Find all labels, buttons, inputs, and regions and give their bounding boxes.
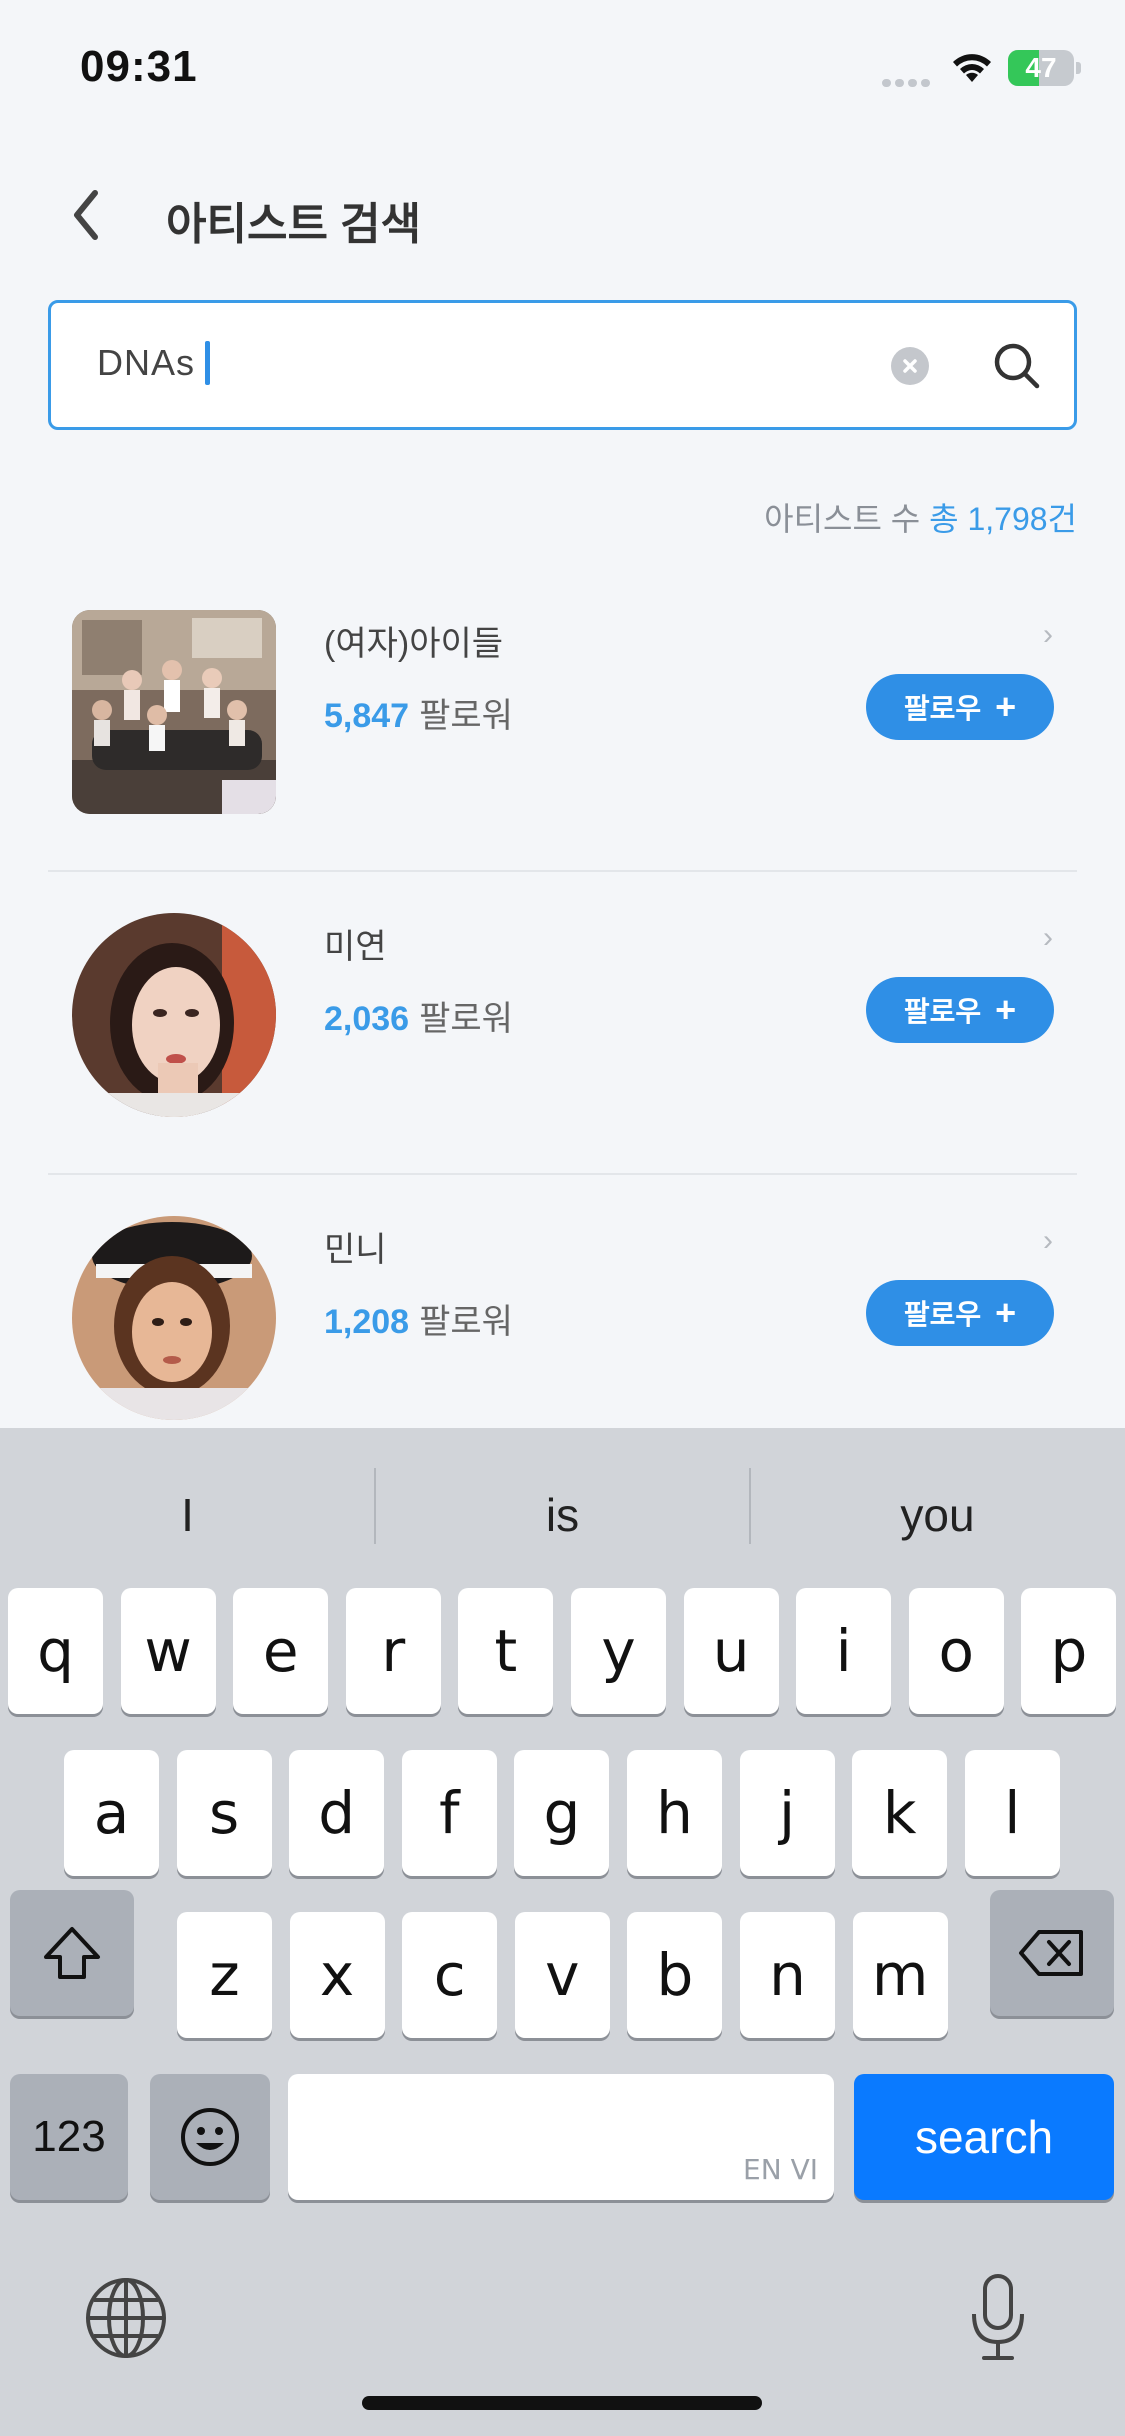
- home-indicator[interactable]: [362, 2396, 762, 2410]
- plus-icon: +: [995, 1292, 1017, 1333]
- chevron-left-icon: [74, 190, 98, 240]
- follow-button[interactable]: 팔로우 +: [866, 674, 1054, 740]
- key-t[interactable]: t: [458, 1588, 554, 1714]
- artist-name: 민니: [324, 1231, 387, 1269]
- suggestion-item[interactable]: I: [0, 1488, 375, 1542]
- follow-button[interactable]: 팔로우 +: [866, 1280, 1054, 1346]
- key-l[interactable]: l: [964, 1750, 1060, 1876]
- suggestion-item[interactable]: you: [750, 1488, 1125, 1542]
- result-count: 아티스트 수 총 1,798건: [764, 501, 1077, 537]
- chevron-right-icon: ›: [1043, 1224, 1053, 1257]
- emoji-key[interactable]: [150, 2074, 270, 2200]
- key-h[interactable]: h: [627, 1750, 722, 1876]
- key-n[interactable]: n: [740, 1912, 835, 2038]
- clear-search-button[interactable]: [891, 347, 929, 385]
- key-i[interactable]: i: [796, 1588, 892, 1714]
- key-j[interactable]: j: [739, 1750, 835, 1876]
- divider: [48, 870, 1077, 872]
- battery-level: 47: [1025, 52, 1057, 83]
- key-s[interactable]: s: [176, 1750, 272, 1876]
- key-b[interactable]: b: [627, 1912, 723, 2038]
- key-w[interactable]: w: [120, 1588, 216, 1714]
- key-z[interactable]: z: [177, 1912, 272, 2038]
- key-k[interactable]: k: [852, 1750, 948, 1876]
- key-m[interactable]: m: [852, 1912, 948, 2038]
- globe-icon[interactable]: [84, 2276, 168, 2360]
- key-c[interactable]: c: [402, 1912, 498, 2038]
- key-y[interactable]: y: [571, 1588, 666, 1714]
- chevron-right-icon: ›: [1043, 618, 1053, 651]
- emoji-icon: [181, 2108, 239, 2166]
- microphone-icon[interactable]: [966, 2272, 1030, 2364]
- artist-thumbnail[interactable]: [72, 610, 276, 814]
- divider: [48, 1173, 1077, 1175]
- search-input[interactable]: DNAs: [48, 300, 1077, 430]
- search-input-value[interactable]: DNAs: [97, 341, 211, 385]
- page-title: 아티스트 검색: [166, 200, 422, 249]
- space-language-label: EN VI: [743, 2153, 818, 2186]
- numbers-key[interactable]: 123: [10, 2074, 128, 2200]
- follower-count: 1,208 팔로워: [324, 1303, 513, 1341]
- key-p[interactable]: p: [1021, 1588, 1117, 1714]
- keyboard: I is you qwertyuiop asdfghjkl zxcvbnm 12…: [0, 1428, 1125, 2436]
- follower-count: 5,847 팔로워: [324, 697, 513, 735]
- plus-icon: +: [995, 686, 1017, 727]
- key-x[interactable]: x: [289, 1912, 385, 2038]
- artist-row[interactable]: 미연 2,036 팔로워 › 팔로우 +: [48, 873, 1077, 1175]
- backspace-key[interactable]: [990, 1890, 1114, 2016]
- key-v[interactable]: v: [514, 1912, 610, 2038]
- back-button[interactable]: [56, 180, 116, 250]
- status-time: 09:31: [80, 42, 198, 91]
- search-icon: [994, 343, 1040, 389]
- battery-icon: 47: [1008, 50, 1082, 86]
- artist-avatar[interactable]: [72, 913, 276, 1117]
- key-g[interactable]: g: [514, 1750, 610, 1876]
- result-count-value: 총 1,798건: [929, 501, 1077, 537]
- chevron-right-icon: ›: [1043, 921, 1053, 954]
- artist-name: (여자)아이들: [324, 625, 504, 663]
- shift-icon: [44, 1927, 100, 1979]
- follower-count: 2,036 팔로워: [324, 1000, 513, 1038]
- backspace-icon: [1019, 1930, 1083, 1976]
- close-icon: [903, 359, 917, 373]
- key-e[interactable]: e: [233, 1588, 329, 1714]
- key-u[interactable]: u: [683, 1588, 779, 1714]
- space-key[interactable]: EN VI: [288, 2074, 834, 2200]
- wifi-icon: [948, 48, 996, 84]
- key-q[interactable]: q: [8, 1588, 103, 1714]
- search-key[interactable]: search: [854, 2074, 1114, 2200]
- artist-name: 미연: [324, 928, 387, 966]
- key-o[interactable]: o: [908, 1588, 1004, 1714]
- artist-avatar[interactable]: [72, 1216, 276, 1420]
- follow-button[interactable]: 팔로우 +: [866, 977, 1054, 1043]
- status-bar: 09:31 47: [0, 0, 1125, 140]
- key-f[interactable]: f: [401, 1750, 497, 1876]
- key-a[interactable]: a: [64, 1750, 159, 1876]
- artist-row[interactable]: (여자)아이들 5,847 팔로워 › 팔로우 +: [48, 570, 1077, 872]
- text-caret: [205, 341, 211, 385]
- plus-icon: +: [995, 989, 1017, 1030]
- key-d[interactable]: d: [289, 1750, 385, 1876]
- search-button[interactable]: [987, 333, 1047, 399]
- suggestion-item[interactable]: is: [375, 1488, 750, 1542]
- shift-key[interactable]: [10, 1890, 134, 2016]
- key-r[interactable]: r: [345, 1588, 441, 1714]
- cellular-signal-icon: [882, 74, 934, 87]
